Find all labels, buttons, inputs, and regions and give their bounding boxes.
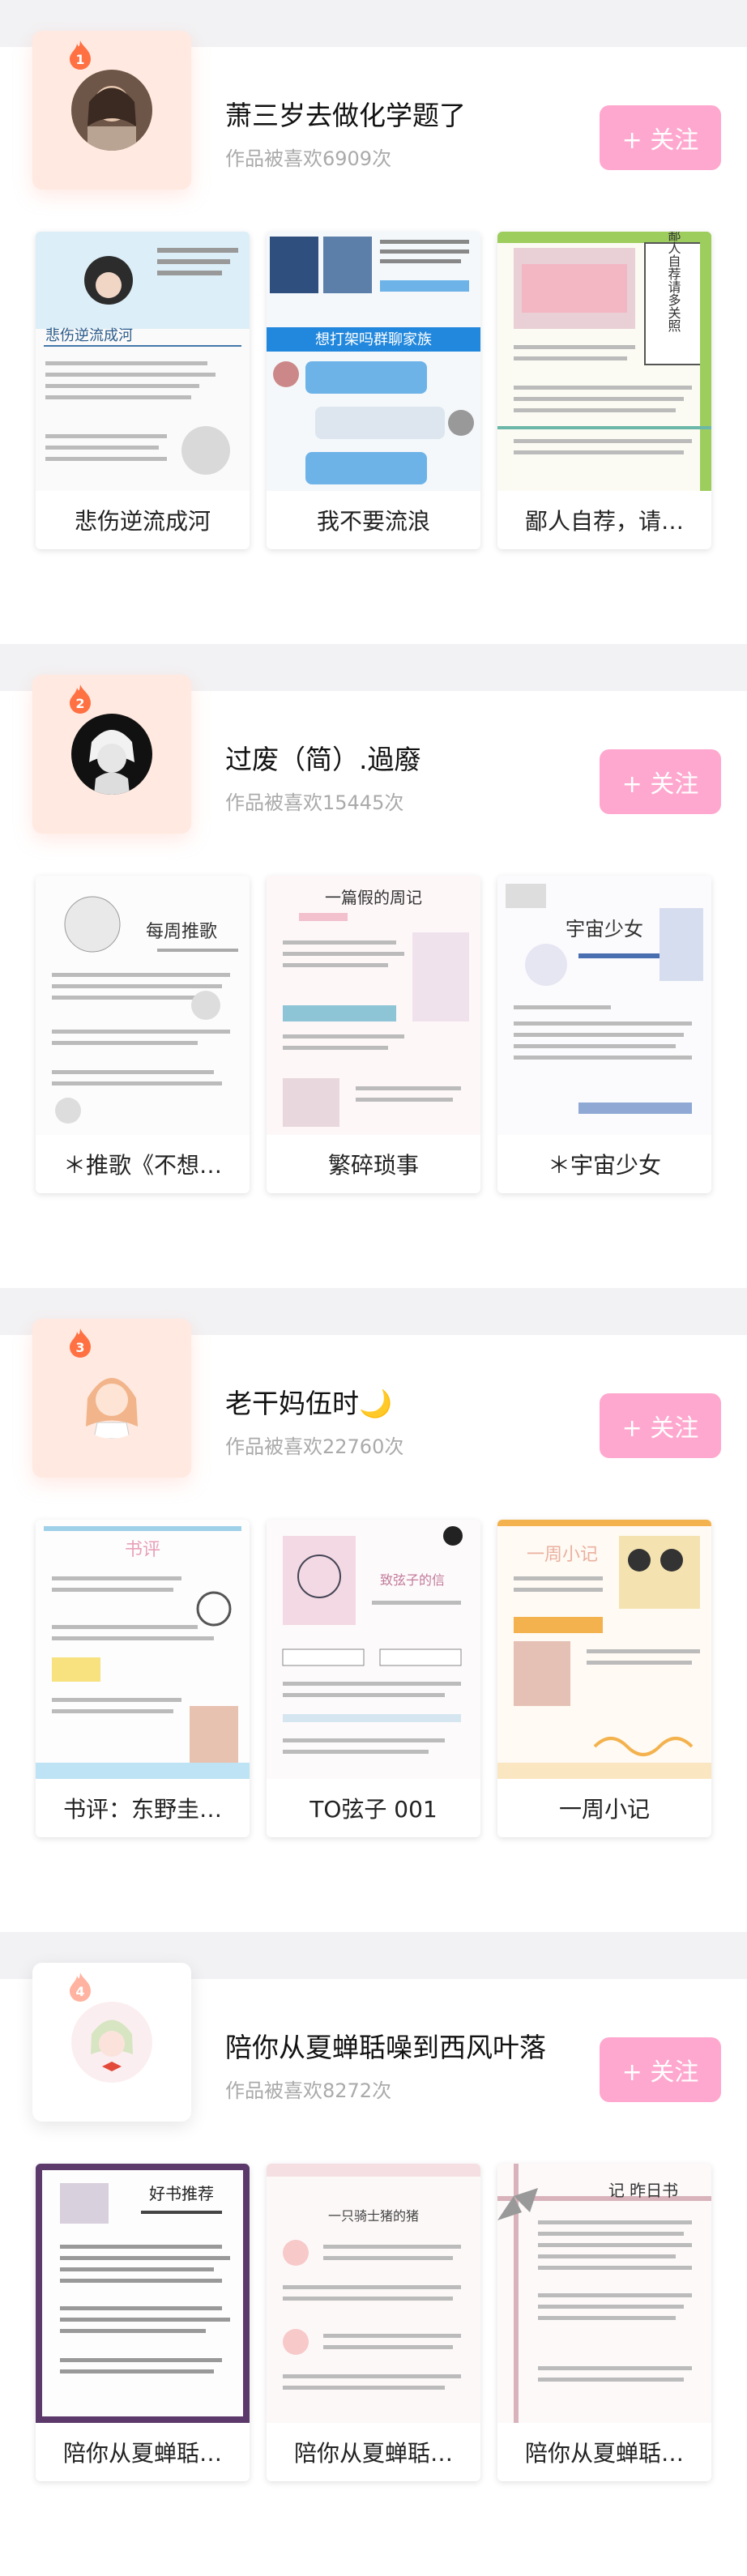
work-title: ＊推歌《不想… — [62, 1152, 222, 1179]
work-card[interactable]: 好书推荐 陪你从夏蝉聒… — [36, 2164, 250, 2481]
work-thumbnail: 一篇假的周记 — [267, 876, 480, 1135]
creator-name[interactable]: 过废（简）.過廢 — [225, 738, 421, 777]
creator-section-1: 1 萧三岁去做化学题了 作品被喜欢6909次 + 关注 悲伤逆流成河 悲伤逆流成… — [0, 31, 747, 644]
work-title: 陪你从夏蝉聒… — [62, 2440, 222, 2467]
like-count: 作品被喜欢15445次 — [225, 791, 404, 814]
creator-name[interactable]: 陪你从夏蝉聒噪到西风叶落 — [225, 2026, 546, 2065]
svg-text:一周小记: 一周小记 — [527, 1545, 598, 1565]
work-thumbnail: 一周小记 — [497, 1520, 711, 1779]
work-title: 鄙人自荐，请… — [524, 508, 684, 535]
rank-badge-icon: 2 — [66, 683, 94, 715]
work-title: 书评：东野圭… — [62, 1796, 222, 1823]
avatar[interactable] — [71, 714, 152, 795]
avatar[interactable] — [71, 2002, 152, 2083]
work-title: TO弦子 001 — [309, 1796, 438, 1823]
work-card[interactable]: 书评 书评：东野圭… — [36, 1520, 250, 1837]
rank-badge-icon: 3 — [66, 1327, 94, 1359]
work-thumbnail: 记 昨日书 — [497, 2164, 711, 2423]
work-card[interactable]: 鄙人自荐请多关照 鄙人自荐，请… — [497, 232, 711, 549]
avatar-card[interactable]: 4 — [32, 1963, 191, 2122]
work-title: 陪你从夏蝉聒… — [293, 2440, 453, 2467]
svg-text:一只骑士猪的猪: 一只骑士猪的猪 — [328, 2208, 419, 2224]
like-count: 作品被喜欢22760次 — [225, 1435, 404, 1458]
avatar-card[interactable]: 3 — [32, 1319, 191, 1478]
svg-text:一篇假的周记: 一篇假的周记 — [325, 888, 422, 907]
rank-number: 4 — [75, 1984, 85, 1999]
creator-name[interactable]: 萧三岁去做化学题了 — [225, 94, 466, 133]
work-thumbnail: 想打架吗群聊家族 — [267, 232, 480, 491]
creator-name[interactable]: 老干妈伍时🌙 — [225, 1382, 392, 1421]
follow-button[interactable]: + 关注 — [600, 1393, 721, 1458]
work-card[interactable]: 宇宙少女 ＊宇宙少女 — [497, 876, 711, 1193]
svg-text:每周推歌: 每周推歌 — [146, 922, 217, 942]
work-title: 我不要流浪 — [316, 508, 430, 535]
work-thumbnail: 宇宙少女 — [497, 876, 711, 1135]
work-thumbnail: 致弦子的信 — [267, 1520, 480, 1779]
like-count: 作品被喜欢6909次 — [225, 147, 392, 170]
work-card[interactable]: 悲伤逆流成河 悲伤逆流成河 — [36, 232, 250, 549]
rank-number: 1 — [75, 52, 85, 67]
svg-text:记 昨日书: 记 昨日书 — [608, 2181, 678, 2200]
work-thumbnail: 书评 — [36, 1520, 250, 1779]
work-card[interactable]: 每周推歌 ＊推歌《不想… — [36, 876, 250, 1193]
rank-number: 3 — [75, 1340, 85, 1355]
creator-section-2: 2 过废（简）.過廢 作品被喜欢15445次 + 关注 每周推歌 ＊推歌《不想…… — [0, 675, 747, 1288]
avatar-card[interactable]: 1 — [32, 31, 191, 190]
avatar[interactable] — [71, 1358, 152, 1439]
work-thumbnail: 每周推歌 — [36, 876, 250, 1135]
rank-badge-icon: 1 — [66, 39, 94, 71]
work-thumbnail: 好书推荐 — [36, 2164, 250, 2423]
work-card[interactable]: 记 昨日书 陪你从夏蝉聒… — [497, 2164, 711, 2481]
follow-button[interactable]: + 关注 — [600, 2037, 721, 2102]
svg-text:好书推荐: 好书推荐 — [149, 2184, 214, 2203]
creator-section-3: 3 老干妈伍时🌙 作品被喜欢22760次 + 关注 书评 书评：东野圭… 致弦子… — [0, 1319, 747, 1932]
svg-text:想打架吗群聊家族: 想打架吗群聊家族 — [315, 331, 432, 348]
svg-text:书评: 书评 — [125, 1540, 160, 1560]
svg-text:悲伤逆流成河: 悲伤逆流成河 — [45, 327, 133, 343]
rank-number: 2 — [75, 696, 85, 711]
work-card[interactable]: 致弦子的信 TO弦子 001 — [267, 1520, 480, 1837]
avatar[interactable] — [71, 70, 152, 151]
svg-text:宇宙少女: 宇宙少女 — [566, 918, 643, 940]
work-card[interactable]: 一篇假的周记 繁碎琐事 — [267, 876, 480, 1193]
work-card[interactable]: 一只骑士猪的猪 陪你从夏蝉聒… — [267, 2164, 480, 2481]
follow-button[interactable]: + 关注 — [600, 749, 721, 814]
work-card[interactable]: 一周小记 一周小记 — [497, 1520, 711, 1837]
follow-button[interactable]: + 关注 — [600, 105, 721, 170]
work-thumbnail: 悲伤逆流成河 — [36, 232, 250, 491]
rank-badge-icon: 4 — [66, 1971, 94, 2003]
work-thumbnail: 一只骑士猪的猪 — [267, 2164, 480, 2423]
svg-text:鄙人自荐请多关照: 鄙人自荐请多关照 — [666, 232, 681, 332]
work-card[interactable]: 想打架吗群聊家族 我不要流浪 — [267, 232, 480, 549]
like-count: 作品被喜欢8272次 — [225, 2079, 392, 2102]
work-title: ＊宇宙少女 — [547, 1152, 661, 1179]
work-thumbnail: 鄙人自荐请多关照 — [497, 232, 711, 491]
avatar-card[interactable]: 2 — [32, 675, 191, 834]
work-title: 陪你从夏蝉聒… — [524, 2440, 684, 2467]
work-title: 悲伤逆流成河 — [74, 508, 211, 535]
work-title: 繁碎琐事 — [327, 1152, 419, 1179]
work-title: 一周小记 — [558, 1796, 650, 1823]
creator-section-4: 4 陪你从夏蝉聒噪到西风叶落 作品被喜欢8272次 + 关注 好书推荐 陪你从夏… — [0, 1963, 747, 2576]
svg-text:致弦子的信: 致弦子的信 — [380, 1572, 445, 1588]
